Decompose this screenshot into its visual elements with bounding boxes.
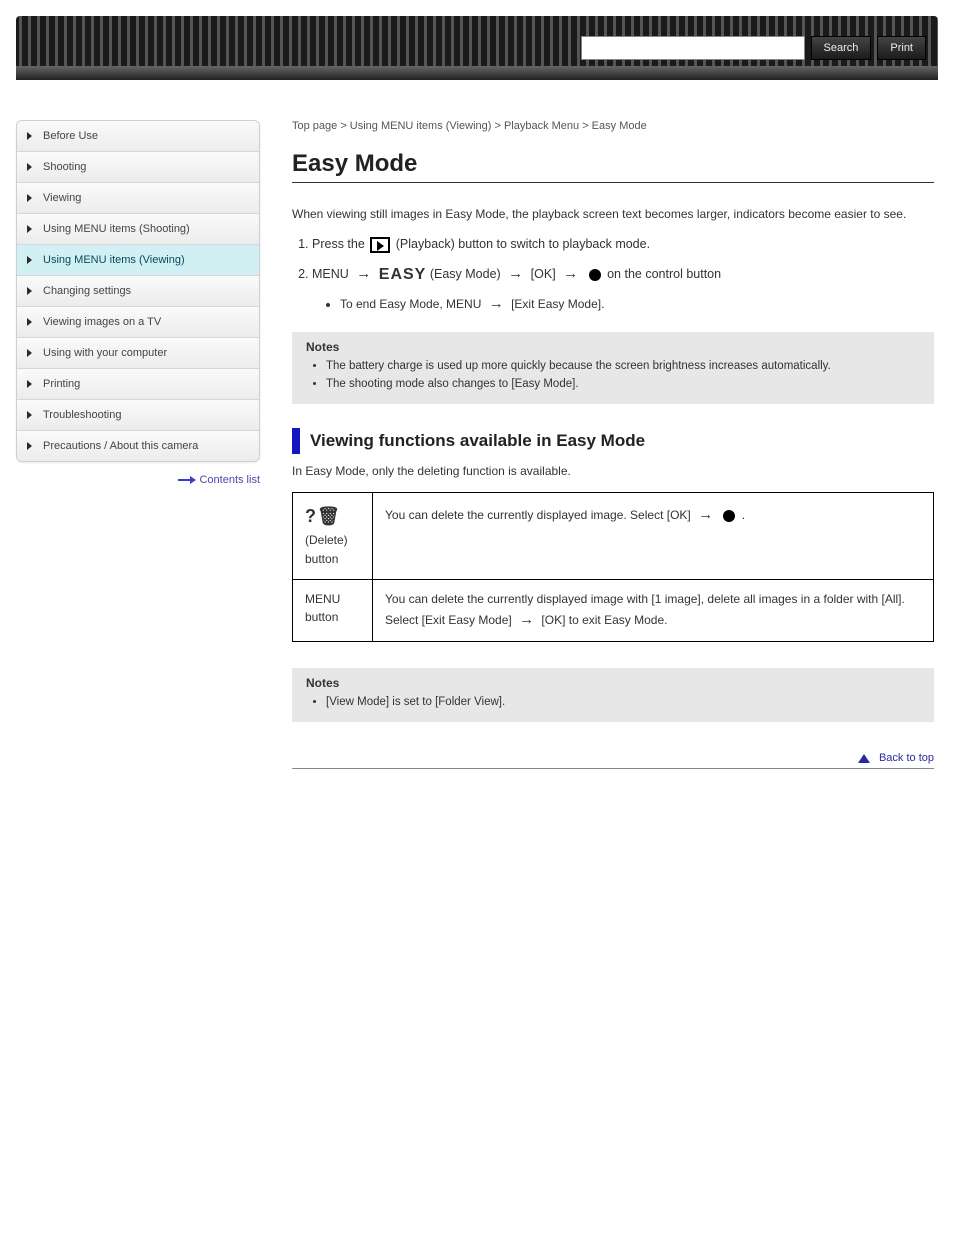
step-1: Press the (Playback) button to switch to… [312,234,934,255]
main-content: Top page > Using MENU items (Viewing) > … [292,120,938,769]
nav-before-use[interactable]: Before Use [17,121,259,152]
back-to-top-link[interactable]: Back to top [858,752,934,764]
section-heading: Viewing functions available in Easy Mode [292,428,934,454]
easy-icon: EASY [379,267,427,284]
intro-text: When viewing still images in Easy Mode, … [292,205,934,224]
step-2: MENU → EASY (Easy Mode) → [OK] → on the … [312,261,934,316]
playback-icon [370,237,390,253]
nav-shooting[interactable]: Shooting [17,152,259,183]
question-delete-icon: ?🗑 [305,506,341,526]
section-heading-text: Viewing functions available in Easy Mode [310,431,645,451]
functions-table: ?🗑 (Delete) button You can delete the cu… [292,492,934,642]
center-button-icon [723,510,735,522]
step-2-sub: To end Easy Mode, MENU → [Exit Easy Mode… [340,291,934,317]
contents-list-link[interactable]: Contents list [172,474,260,486]
nav-view-tv[interactable]: Viewing images on a TV [17,307,259,338]
title-rule [292,182,934,183]
note2-item1: [View Mode] is set to [Folder View]. [326,694,920,712]
nav-menu-shooting[interactable]: Using MENU items (Shooting) [17,214,259,245]
contents-list-label: Contents list [199,474,260,486]
print-button[interactable]: Print [877,36,926,60]
back-to-top: Back to top [292,752,934,764]
search-button[interactable]: Search [811,36,872,60]
nav-precautions[interactable]: Precautions / About this camera [17,431,259,461]
nav-computer[interactable]: Using with your computer [17,338,259,369]
note1-item2: The shooting mode also changes to [Easy … [326,376,920,394]
triangle-up-icon [858,754,870,763]
nav-changing-settings[interactable]: Changing settings [17,276,259,307]
section-bar-icon [292,428,300,454]
page-title: Easy Mode [292,150,934,178]
nav-menu-viewing[interactable]: Using MENU items (Viewing) [17,245,259,276]
nav-troubleshooting[interactable]: Troubleshooting [17,400,259,431]
sidebar: Before Use Shooting Viewing Using MENU i… [16,120,260,769]
footer-rule [292,768,934,769]
nav-viewing[interactable]: Viewing [17,183,259,214]
cell-delete-desc: You can delete the currently displayed i… [373,493,934,579]
nav-printing[interactable]: Printing [17,369,259,400]
side-nav: Before Use Shooting Viewing Using MENU i… [16,120,260,462]
cell-menu-button: MENU button [293,579,373,642]
breadcrumb: Top page > Using MENU items (Viewing) > … [292,120,934,132]
steps-list: Press the (Playback) button to switch to… [292,234,934,316]
section-desc: In Easy Mode, only the deleting function… [292,462,934,481]
notes-heading-2: Notes [306,676,920,690]
note1-item1: The battery charge is used up more quick… [326,358,920,376]
center-button-icon [589,269,601,281]
table-row: MENU button You can delete the currently… [293,579,934,642]
arrow-right-icon [178,476,196,484]
cell-delete-button: ?🗑 (Delete) button [293,493,373,579]
table-row: ?🗑 (Delete) button You can delete the cu… [293,493,934,579]
top-banner: Search Print [16,16,938,80]
back-to-top-label: Back to top [879,752,934,764]
notes-box-2: Notes [View Mode] is set to [Folder View… [292,668,934,722]
notes-heading-1: Notes [306,340,920,354]
contents-list-link-wrap: Contents list [16,474,260,486]
cell-menu-desc: You can delete the currently displayed i… [373,579,934,642]
search-input[interactable] [581,36,805,60]
notes-box-1: Notes The battery charge is used up more… [292,332,934,404]
